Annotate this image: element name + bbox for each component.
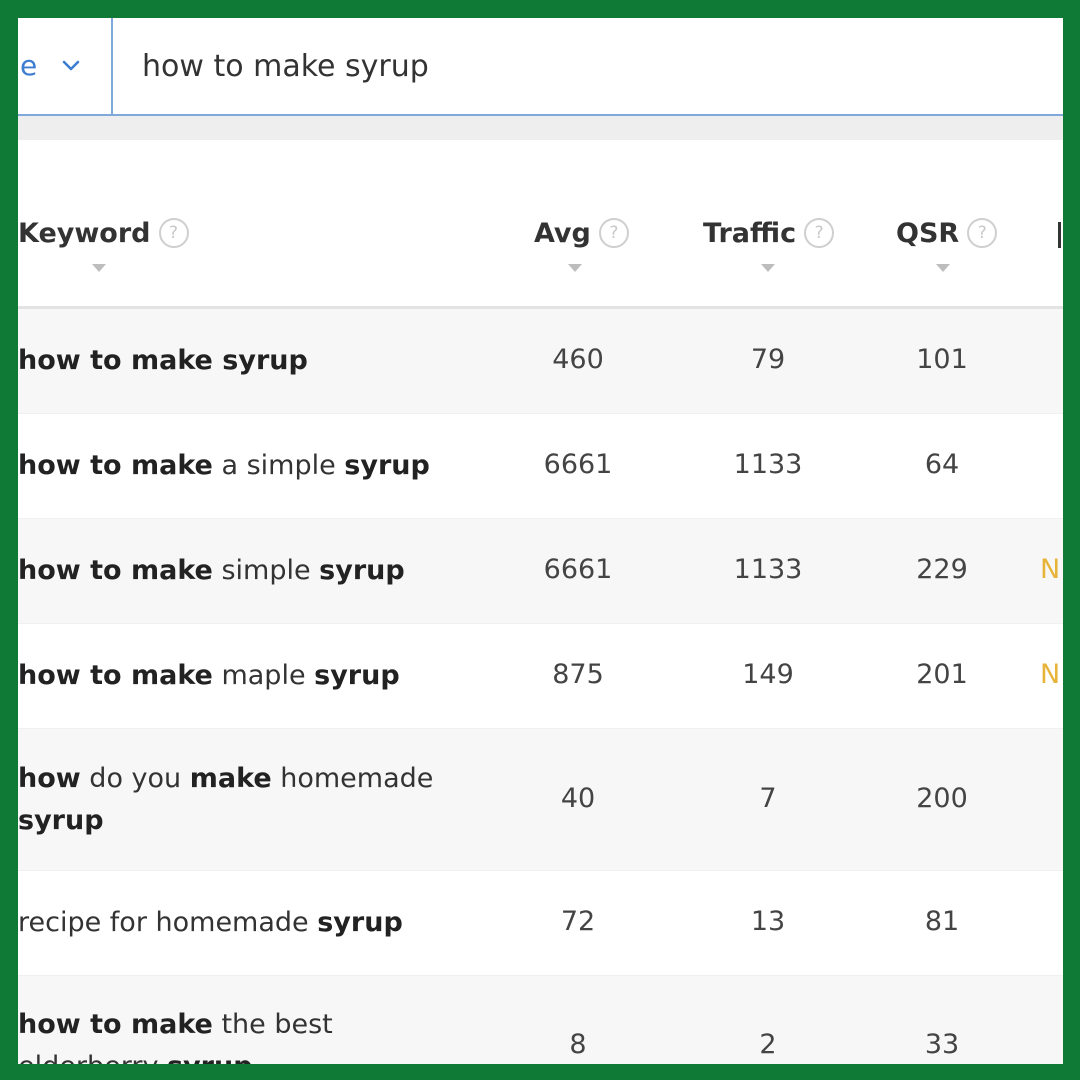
keyword-part: how to make bbox=[18, 1009, 213, 1040]
column-label-qsr: QSR bbox=[896, 218, 960, 249]
table-body: how to make syrup 460 79 101 how to make a s… bbox=[18, 309, 1063, 1064]
keyword-part: recipe for homemade bbox=[18, 907, 318, 938]
extra-cell: N bbox=[1040, 659, 1061, 690]
sort-arrow-icon[interactable] bbox=[936, 264, 950, 272]
keyword-cell[interactable]: how to make a simple syrup bbox=[18, 445, 468, 487]
database-select[interactable]: e bbox=[18, 18, 113, 114]
traffic-cell: 1133 bbox=[733, 449, 803, 480]
table-row[interactable]: how do you make homemade syrup 40 7 200 bbox=[18, 729, 1063, 871]
qsr-cell: 64 bbox=[924, 449, 960, 480]
keyword-part: do you bbox=[80, 762, 190, 794]
app-viewport: e Keyword? Avg? Traffic? QSR? bbox=[18, 18, 1063, 1064]
keyword-part: how to make bbox=[18, 555, 213, 586]
column-header-avg[interactable]: Avg? bbox=[534, 217, 629, 272]
qsr-cell: 101 bbox=[916, 344, 968, 375]
help-icon[interactable]: ? bbox=[967, 217, 998, 248]
column-header-traffic[interactable]: Traffic? bbox=[703, 217, 835, 272]
column-header-cut bbox=[1058, 221, 1061, 248]
qsr-cell: 33 bbox=[924, 1029, 960, 1060]
column-header-qsr[interactable]: QSR? bbox=[896, 217, 998, 272]
avg-cell: 875 bbox=[552, 659, 604, 690]
keyword-part: simple bbox=[212, 555, 320, 586]
keyword-part: syrup bbox=[317, 907, 403, 938]
keyword-part: maple bbox=[212, 660, 315, 691]
avg-cell: 72 bbox=[560, 906, 596, 937]
table-row[interactable]: how to make the best elderberry syrup 8 2 3… bbox=[18, 976, 1063, 1064]
keyword-part: homemade bbox=[271, 762, 434, 794]
column-label-keyword: Keyword bbox=[18, 218, 151, 249]
table-header: Keyword? Avg? Traffic? QSR? bbox=[18, 140, 1063, 309]
search-bar: e bbox=[18, 18, 1063, 116]
keyword-part: syrup bbox=[18, 804, 104, 836]
traffic-cell: 149 bbox=[742, 659, 794, 690]
keyword-cell[interactable]: how to make the best elderberry syrup bbox=[18, 1004, 468, 1064]
toolbar-spacer bbox=[18, 116, 1063, 140]
database-select-label: e bbox=[20, 49, 38, 82]
column-label-traffic: Traffic bbox=[703, 218, 797, 249]
chevron-down-icon bbox=[62, 60, 80, 71]
help-icon[interactable]: ? bbox=[598, 217, 629, 248]
traffic-cell: 79 bbox=[750, 344, 786, 375]
keyword-cell[interactable]: recipe for homemade syrup bbox=[18, 902, 468, 944]
table-row[interactable]: how to make maple syrup 875 149 201 N bbox=[18, 624, 1063, 729]
qsr-cell: 81 bbox=[924, 906, 960, 937]
table-row[interactable]: how to make simple syrup 6661 1133 229 N bbox=[18, 519, 1063, 624]
column-header-keyword[interactable]: Keyword? bbox=[18, 217, 189, 272]
sort-arrow-icon[interactable] bbox=[761, 264, 775, 272]
column-header-more[interactable] bbox=[1058, 218, 1061, 249]
qsr-cell: 200 bbox=[916, 782, 968, 814]
avg-cell: 8 bbox=[569, 1029, 587, 1060]
avg-cell: 6661 bbox=[543, 554, 613, 585]
help-icon[interactable]: ? bbox=[804, 217, 835, 248]
keyword-part: how to make bbox=[18, 450, 213, 481]
qsr-cell: 229 bbox=[916, 554, 968, 585]
column-label-avg: Avg bbox=[534, 218, 591, 249]
keyword-part: how bbox=[18, 762, 81, 794]
table-row[interactable]: how to make syrup 460 79 101 bbox=[18, 309, 1063, 414]
keyword-part: syrup bbox=[167, 1051, 253, 1064]
search-input[interactable] bbox=[128, 18, 1048, 114]
traffic-cell: 1133 bbox=[733, 554, 803, 585]
keyword-part: a simple bbox=[212, 450, 345, 481]
traffic-cell: 13 bbox=[750, 906, 786, 937]
avg-cell: 6661 bbox=[543, 449, 613, 480]
keyword-part: syrup bbox=[314, 660, 400, 691]
avg-cell: 460 bbox=[552, 344, 604, 375]
keyword-part: syrup bbox=[344, 450, 430, 481]
traffic-cell: 7 bbox=[759, 782, 777, 814]
avg-cell: 40 bbox=[560, 782, 596, 814]
keyword-part: how to make syrup bbox=[18, 345, 308, 376]
sort-arrow-icon[interactable] bbox=[568, 264, 582, 272]
keyword-part: how to make bbox=[18, 660, 213, 691]
keyword-cell[interactable]: how to make simple syrup bbox=[18, 550, 468, 592]
extra-cell: N bbox=[1040, 554, 1061, 585]
keyword-part: syrup bbox=[319, 555, 405, 586]
keyword-cell[interactable]: how to make syrup bbox=[18, 340, 468, 382]
keyword-cell[interactable]: how to make maple syrup bbox=[18, 655, 468, 697]
table-row[interactable]: how to make a simple syrup 6661 1133 64 bbox=[18, 414, 1063, 519]
keyword-table: Keyword? Avg? Traffic? QSR? how to make … bbox=[18, 140, 1063, 1064]
table-row[interactable]: recipe for homemade syrup 72 13 81 bbox=[18, 871, 1063, 976]
keyword-cell[interactable]: how do you make homemade syrup bbox=[18, 758, 468, 842]
help-icon[interactable]: ? bbox=[158, 217, 189, 248]
qsr-cell: 201 bbox=[916, 659, 968, 690]
keyword-part: make bbox=[189, 762, 272, 794]
traffic-cell: 2 bbox=[759, 1029, 777, 1060]
sort-arrow-icon[interactable] bbox=[92, 264, 106, 272]
